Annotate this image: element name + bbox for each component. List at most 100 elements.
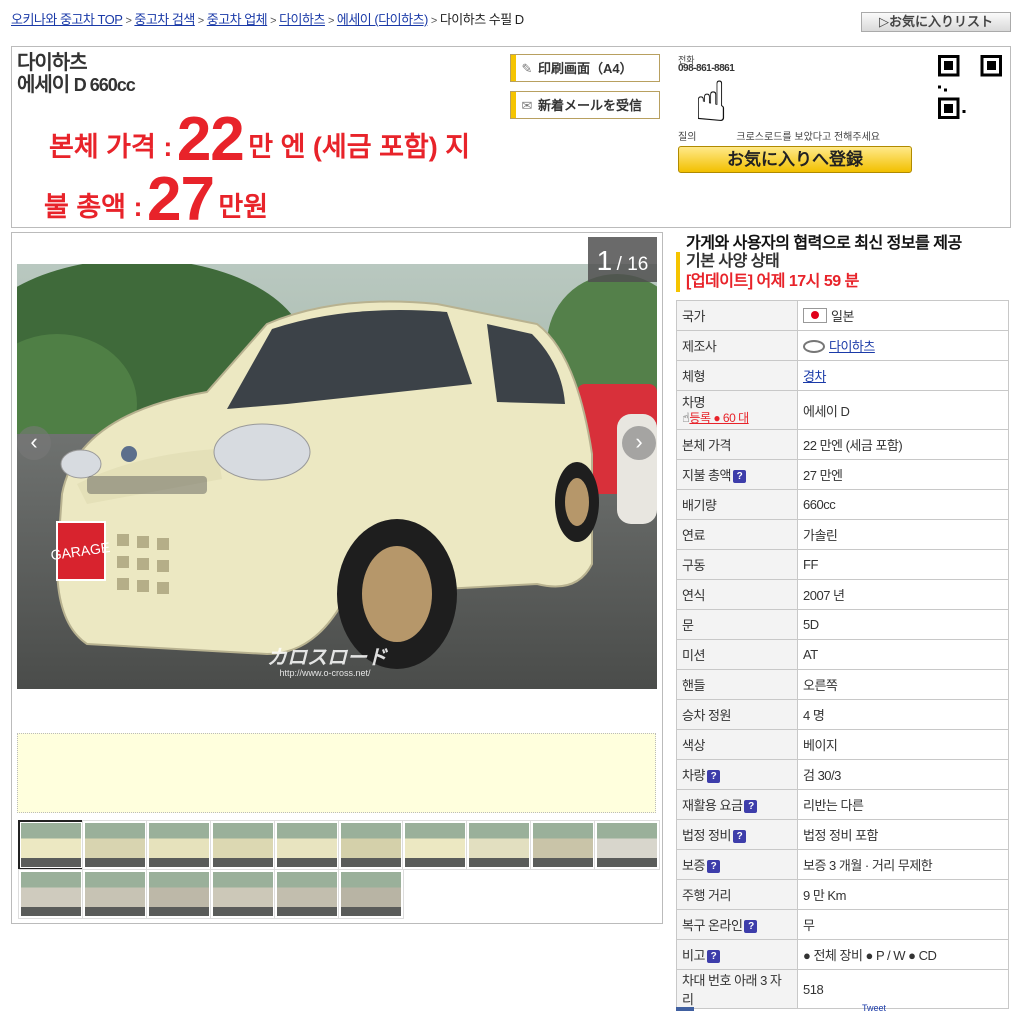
spec-value: 일본 [797, 300, 1009, 331]
spec-value: 법정 정비 포함 [797, 819, 1009, 850]
gallery-thumbnail[interactable] [530, 820, 596, 870]
spec-value: AT [797, 639, 1009, 670]
help-icon[interactable]: ? [732, 830, 746, 843]
thumbnail-image [21, 872, 81, 916]
spec-label: 체형 [676, 360, 798, 391]
help-icon[interactable]: ? [744, 920, 758, 933]
spec-value-text: 검 30/3 [803, 768, 841, 783]
spec-label: 차량? [676, 759, 798, 790]
breadcrumb-item[interactable]: 중고차 검색 [134, 12, 195, 27]
help-icon[interactable]: ? [706, 950, 720, 963]
gallery-thumbnail[interactable] [82, 820, 148, 870]
gallery-thumbnail[interactable] [18, 820, 84, 870]
gallery-thumbnail[interactable] [594, 820, 660, 870]
spec-row: 주행 거리 9 만 Km [676, 879, 1009, 910]
new-mail-button[interactable]: ✉ 新着メールを受信 [510, 91, 660, 119]
spec-label-text: 국가 [682, 309, 705, 324]
spec-heading: 기본 사양 상태 [업데이트] 어제 17시 59 분 [676, 252, 859, 292]
gallery-thumbnail[interactable] [338, 869, 404, 919]
spec-label: 보증? [676, 849, 798, 880]
registered-count-link[interactable]: 등록 ● 60 대 [689, 411, 749, 425]
help-icon[interactable]: ? [744, 800, 758, 813]
add-to-favorites-button[interactable]: お気に入りへ登録 [678, 146, 912, 173]
pencil-icon: ✎ [521, 61, 533, 76]
gallery-thumbnail[interactable] [338, 820, 404, 870]
maker-link[interactable]: 다이하츠 [829, 339, 875, 354]
vehicle-model-name: 에세이 [17, 74, 70, 96]
thumbnail-image [21, 823, 81, 867]
spec-row: 색상 베이지 [676, 729, 1009, 760]
spec-value: 경차 [797, 360, 1009, 391]
breadcrumb-item[interactable]: 다이하츠 [279, 12, 325, 27]
gallery-thumbnail[interactable] [82, 869, 148, 919]
spec-row: 제조사 다이하츠 [676, 330, 1009, 361]
spec-value-text: 가솔린 [803, 528, 838, 543]
spec-label: 배기량 [676, 489, 798, 520]
price-line-total: 불 총액 : 27 만원 [44, 164, 268, 235]
help-icon[interactable]: ? [706, 860, 720, 873]
spec-value: 리반는 다른 [797, 789, 1009, 820]
spec-title: 기본 사양 상태 [686, 253, 780, 270]
gallery-thumbnail[interactable] [274, 820, 340, 870]
previous-photo-arrow-icon[interactable]: ‹ [17, 426, 51, 460]
thumbnail-image [277, 823, 337, 867]
spec-label: 핸들 [676, 669, 798, 700]
spec-value-text: 법정 정비 포함 [803, 828, 878, 843]
spec-row: 지불 총액? 27 만엔 [676, 459, 1009, 490]
gallery-thumbnail[interactable] [466, 820, 532, 870]
spec-label: 문 [676, 609, 798, 640]
spec-value: 무 [797, 909, 1009, 940]
social-icon[interactable] [676, 1007, 694, 1011]
spec-value: 4 명 [797, 699, 1009, 730]
gallery-thumbnail[interactable] [210, 869, 276, 919]
breadcrumb-separator-icon: > [430, 15, 437, 27]
spec-label: 차대 번호 아래 3 자리 [676, 969, 798, 1009]
envelope-icon: ✉ [521, 98, 533, 113]
main-vehicle-photo[interactable]: GARAGE カロスロード http://www.o-cross.net/ [17, 264, 657, 689]
thumbnail-image [533, 823, 593, 867]
spec-label: 구동 [676, 549, 798, 580]
breadcrumb-separator-icon: > [125, 15, 132, 27]
breadcrumb-item[interactable]: 오키나와 중고차 TOP [11, 12, 123, 27]
spec-label: 색상 [676, 729, 798, 760]
photo-counter: 1 / 16 [588, 237, 657, 282]
breadcrumb-separator-icon: > [197, 15, 204, 27]
gallery-thumbnail[interactable] [146, 869, 212, 919]
favorites-list-button[interactable]: ▷お気に入りリスト [861, 12, 1011, 32]
daihatsu-logo-icon [803, 340, 825, 353]
gallery-thumbnail[interactable] [146, 820, 212, 870]
inquiry-message: 크로스로드를 보았다고 전해주세요 [736, 132, 880, 143]
spec-label: 차명 ☝등록 ● 60 대 [676, 390, 798, 430]
spec-row: 보증? 보증 3 개월 · 거리 무제한 [676, 849, 1009, 880]
spec-label: 제조사 [676, 330, 798, 361]
thumbnail-image [213, 872, 273, 916]
gallery-thumbnail[interactable] [402, 820, 468, 870]
spec-row: 핸들 오른쪽 [676, 669, 1009, 700]
help-icon[interactable]: ? [732, 470, 746, 483]
spec-value: FF [797, 549, 1009, 580]
spec-row: 본체 가격 22 만엔 (세금 포함) [676, 429, 1009, 460]
gallery-thumbnail[interactable] [210, 820, 276, 870]
next-photo-arrow-icon[interactable]: › [622, 426, 656, 460]
spec-label: 연료 [676, 519, 798, 550]
breadcrumb-item[interactable]: 에세이 (다이하츠) [337, 12, 429, 27]
help-icon[interactable]: ? [706, 770, 720, 783]
breadcrumb-item[interactable]: 중고차 업체 [207, 12, 268, 27]
tweet-link[interactable]: Tweet [862, 1003, 886, 1013]
spec-label: 지불 총액? [676, 459, 798, 490]
print-button[interactable]: ✎ 印刷画面（A4） [510, 54, 660, 82]
spec-label-text: 핸들 [682, 678, 705, 693]
spec-row: 체형 경차 [676, 360, 1009, 391]
gallery-thumbnail[interactable] [274, 869, 340, 919]
gallery-thumbnail[interactable] [18, 869, 84, 919]
spec-value: 에세이 D [797, 390, 1009, 430]
watermark-logo: カロスロード [267, 647, 388, 669]
breadcrumb-separator-icon: > [270, 15, 277, 27]
spec-label-text: 연식 [682, 588, 705, 603]
pointing-hand-icon: ☝ [694, 70, 729, 133]
spec-label-text: 차대 번호 아래 3 자리 [682, 973, 782, 1007]
body-type-link[interactable]: 경차 [803, 369, 826, 384]
spec-label-text: 연료 [682, 528, 705, 543]
spec-row: 구동 FF [676, 549, 1009, 580]
spec-value-text: 리반는 다른 [803, 798, 864, 813]
